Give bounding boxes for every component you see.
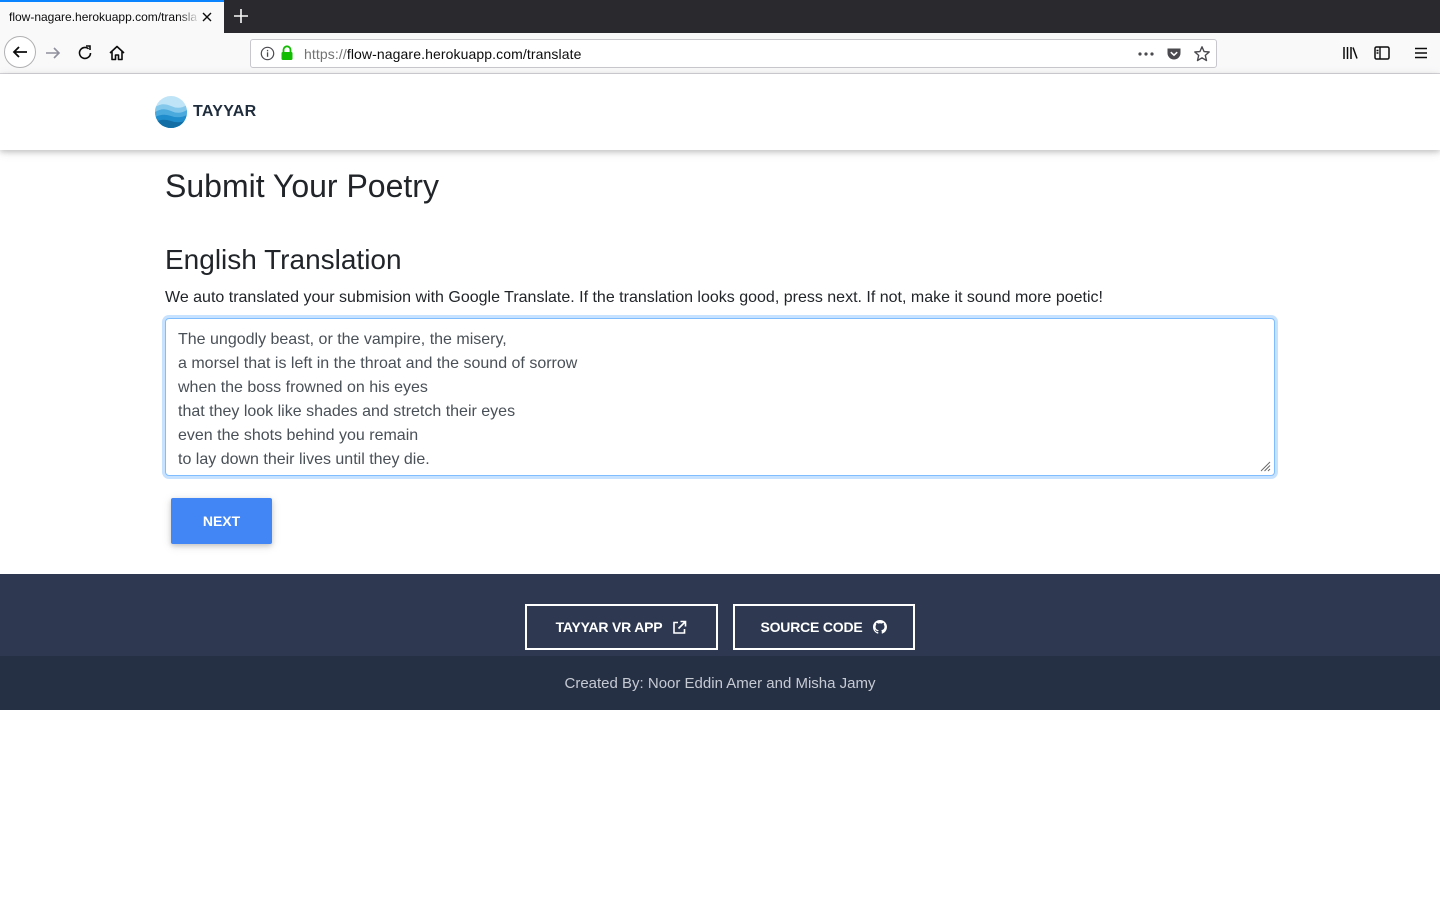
copyright-bar: Created By: Noor Eddin Amer and Misha Ja… <box>0 656 1440 710</box>
brand-logo[interactable]: TAYYAR <box>155 96 256 128</box>
site-header: TAYYAR <box>0 74 1440 150</box>
pocket-icon[interactable] <box>1166 46 1182 62</box>
tayyar-logo-icon <box>155 96 187 128</box>
github-icon <box>872 619 887 634</box>
footer: TAYYAR VR APP SOURCE CODE <box>0 574 1440 656</box>
brand-name: TAYYAR <box>193 103 257 120</box>
poem-line: when the boss frowned on his eyes <box>178 379 428 396</box>
url-path: flow-nagare.herokuapp.com/translate <box>346 46 582 62</box>
poem-line: even the shots behind you remain <box>178 427 419 444</box>
sidebar-icon <box>1374 46 1390 60</box>
back-button[interactable] <box>4 36 36 68</box>
tab-title: flow-nagare.herokuapp.com/translate <box>9 10 197 24</box>
external-link-icon <box>673 620 687 634</box>
browser-toolbar: https://flow-nagare.herokuapp.com/transl… <box>0 33 1440 74</box>
source-code-label: SOURCE CODE <box>760 619 863 635</box>
plus-icon[interactable] <box>231 6 251 26</box>
forward-arrow-icon <box>46 47 61 59</box>
more-dots-icon[interactable] <box>1137 46 1155 62</box>
poem-translation-textarea[interactable]: The ungodly beast, or the vampire, the m… <box>165 318 1275 476</box>
back-arrow-icon <box>12 46 27 58</box>
lock-icon[interactable] <box>280 45 294 61</box>
sidebar-button[interactable] <box>1371 42 1393 64</box>
library-button[interactable] <box>1339 42 1361 64</box>
resize-grip-icon[interactable] <box>1260 461 1271 472</box>
url-text: https://flow-nagare.herokuapp.com/transl… <box>304 46 581 62</box>
forward-button[interactable] <box>42 42 64 64</box>
reload-icon <box>78 45 92 60</box>
source-code-button[interactable]: SOURCE CODE <box>733 604 915 650</box>
translation-description: We auto translated your submision with G… <box>165 289 1103 306</box>
url-scheme: https:// <box>304 46 347 62</box>
tayyar-vr-app-button[interactable]: TAYYAR VR APP <box>525 604 718 650</box>
poem-line: that they look like shades and stretch t… <box>178 403 516 420</box>
poem-line: The ungodly beast, or the vampire, the m… <box>178 331 507 348</box>
browser-tab-bar: flow-nagare.herokuapp.com/translate <box>0 0 1440 33</box>
reload-button[interactable] <box>74 42 96 64</box>
browser-tab[interactable]: flow-nagare.herokuapp.com/translate <box>0 0 224 33</box>
home-button[interactable] <box>106 42 128 64</box>
library-icon <box>1343 47 1358 59</box>
tab-title-fade <box>178 2 200 33</box>
home-icon <box>109 45 125 61</box>
close-icon[interactable] <box>200 10 214 24</box>
star-icon[interactable] <box>1193 45 1211 63</box>
info-icon[interactable] <box>260 46 275 61</box>
credits-text: Created By: Noor Eddin Amer and Misha Ja… <box>564 674 876 692</box>
poem-line: to lay down their lives until they die. <box>178 451 430 468</box>
url-bar[interactable]: https://flow-nagare.herokuapp.com/transl… <box>250 39 1217 68</box>
tayyar-vr-app-label: TAYYAR VR APP <box>555 619 663 635</box>
hamburger-menu-icon <box>1415 47 1427 59</box>
poem-line: a morsel that is left in the throat and … <box>178 355 578 372</box>
page-title: Submit Your Poetry <box>165 168 439 204</box>
menu-button[interactable] <box>1410 42 1432 64</box>
next-button[interactable]: NEXT <box>171 498 272 544</box>
section-title: English Translation <box>165 244 402 275</box>
